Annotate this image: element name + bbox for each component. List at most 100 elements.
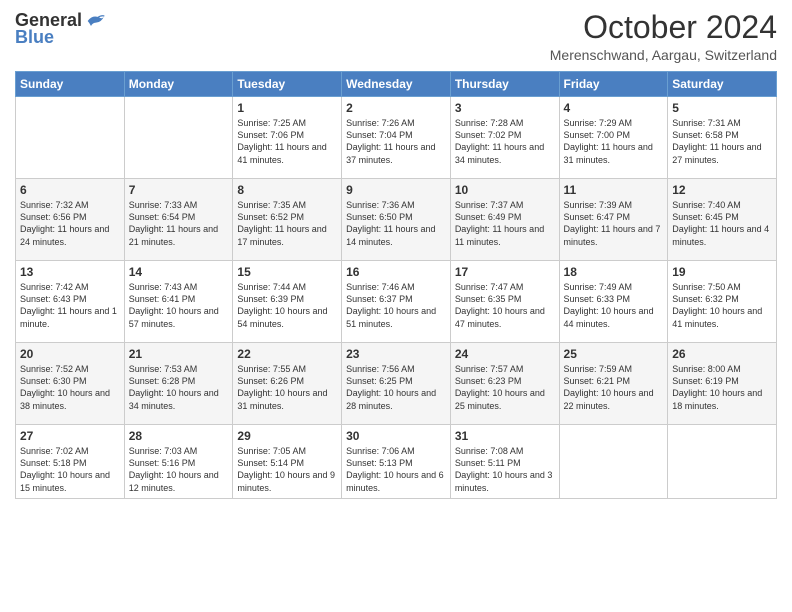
- day-number: 6: [20, 183, 120, 197]
- calendar-cell: [559, 425, 668, 499]
- calendar-header-tuesday: Tuesday: [233, 72, 342, 97]
- day-number: 15: [237, 265, 337, 279]
- calendar-cell: [16, 97, 125, 179]
- day-info: Sunrise: 7:50 AM Sunset: 6:32 PM Dayligh…: [672, 281, 772, 330]
- calendar-cell: 3 Sunrise: 7:28 AM Sunset: 7:02 PM Daylig…: [450, 97, 559, 179]
- day-number: 4: [564, 101, 664, 115]
- day-number: 30: [346, 429, 446, 443]
- day-info: Sunrise: 7:55 AM Sunset: 6:26 PM Dayligh…: [237, 363, 337, 412]
- day-number: 27: [20, 429, 120, 443]
- day-number: 13: [20, 265, 120, 279]
- day-number: 3: [455, 101, 555, 115]
- day-info: Sunrise: 7:06 AM Sunset: 5:13 PM Dayligh…: [346, 445, 446, 494]
- calendar-cell: 17 Sunrise: 7:47 AM Sunset: 6:35 PM Dayli…: [450, 261, 559, 343]
- day-info: Sunrise: 7:32 AM Sunset: 6:56 PM Dayligh…: [20, 199, 120, 248]
- day-info: Sunrise: 7:28 AM Sunset: 7:02 PM Dayligh…: [455, 117, 555, 166]
- day-number: 16: [346, 265, 446, 279]
- day-info: Sunrise: 7:36 AM Sunset: 6:50 PM Dayligh…: [346, 199, 446, 248]
- calendar-cell: 21 Sunrise: 7:53 AM Sunset: 6:28 PM Dayli…: [124, 343, 233, 425]
- calendar-header-sunday: Sunday: [16, 72, 125, 97]
- day-info: Sunrise: 7:59 AM Sunset: 6:21 PM Dayligh…: [564, 363, 664, 412]
- day-number: 19: [672, 265, 772, 279]
- day-info: Sunrise: 7:37 AM Sunset: 6:49 PM Dayligh…: [455, 199, 555, 248]
- calendar-header-wednesday: Wednesday: [342, 72, 451, 97]
- calendar-cell: 11Sunrise: 7:39 AM Sunset: 6:47 PM Dayli…: [559, 179, 668, 261]
- day-number: 2: [346, 101, 446, 115]
- day-info: Sunrise: 7:52 AM Sunset: 6:30 PM Dayligh…: [20, 363, 120, 412]
- location: Merenschwand, Aargau, Switzerland: [550, 47, 777, 63]
- calendar-header-saturday: Saturday: [668, 72, 777, 97]
- day-info: Sunrise: 7:35 AM Sunset: 6:52 PM Dayligh…: [237, 199, 337, 248]
- day-info: Sunrise: 7:49 AM Sunset: 6:33 PM Dayligh…: [564, 281, 664, 330]
- calendar-cell: 18 Sunrise: 7:49 AM Sunset: 6:33 PM Dayli…: [559, 261, 668, 343]
- calendar-cell: 22Sunrise: 7:55 AM Sunset: 6:26 PM Dayli…: [233, 343, 342, 425]
- day-number: 5: [672, 101, 772, 115]
- logo: General Blue: [15, 10, 106, 48]
- day-info: Sunrise: 7:46 AM Sunset: 6:37 PM Dayligh…: [346, 281, 446, 330]
- day-number: 9: [346, 183, 446, 197]
- calendar-week-2: 6 Sunrise: 7:32 AM Sunset: 6:56 PM Daylig…: [16, 179, 777, 261]
- calendar-cell: 2Sunrise: 7:26 AM Sunset: 7:04 PM Daylig…: [342, 97, 451, 179]
- calendar-cell: 12 Sunrise: 7:40 AM Sunset: 6:45 PM Dayli…: [668, 179, 777, 261]
- day-info: Sunrise: 7:02 AM Sunset: 5:18 PM Dayligh…: [20, 445, 120, 494]
- day-number: 10: [455, 183, 555, 197]
- calendar-cell: 23 Sunrise: 7:56 AM Sunset: 6:25 PM Dayli…: [342, 343, 451, 425]
- day-info: Sunrise: 7:43 AM Sunset: 6:41 PM Dayligh…: [129, 281, 229, 330]
- logo-bird-icon: [86, 11, 106, 31]
- day-number: 25: [564, 347, 664, 361]
- day-number: 14: [129, 265, 229, 279]
- day-info: Sunrise: 7:47 AM Sunset: 6:35 PM Dayligh…: [455, 281, 555, 330]
- calendar-cell: 25 Sunrise: 7:59 AM Sunset: 6:21 PM Dayli…: [559, 343, 668, 425]
- calendar-cell: 20 Sunrise: 7:52 AM Sunset: 6:30 PM Dayli…: [16, 343, 125, 425]
- calendar-week-5: 27 Sunrise: 7:02 AM Sunset: 5:18 PM Dayli…: [16, 425, 777, 499]
- day-number: 23: [346, 347, 446, 361]
- calendar-cell: 5Sunrise: 7:31 AM Sunset: 6:58 PM Daylig…: [668, 97, 777, 179]
- calendar-cell: 14 Sunrise: 7:43 AM Sunset: 6:41 PM Dayli…: [124, 261, 233, 343]
- calendar-header-row: SundayMondayTuesdayWednesdayThursdayFrid…: [16, 72, 777, 97]
- day-info: Sunrise: 7:42 AM Sunset: 6:43 PM Dayligh…: [20, 281, 120, 330]
- calendar-cell: 9 Sunrise: 7:36 AM Sunset: 6:50 PM Daylig…: [342, 179, 451, 261]
- day-info: Sunrise: 7:05 AM Sunset: 5:14 PM Dayligh…: [237, 445, 337, 494]
- calendar-week-4: 20 Sunrise: 7:52 AM Sunset: 6:30 PM Dayli…: [16, 343, 777, 425]
- calendar-cell: 31 Sunrise: 7:08 AM Sunset: 5:11 PM Dayli…: [450, 425, 559, 499]
- day-number: 7: [129, 183, 229, 197]
- calendar-cell: 15 Sunrise: 7:44 AM Sunset: 6:39 PM Dayli…: [233, 261, 342, 343]
- calendar-cell: 24Sunrise: 7:57 AM Sunset: 6:23 PM Dayli…: [450, 343, 559, 425]
- day-info: Sunrise: 7:44 AM Sunset: 6:39 PM Dayligh…: [237, 281, 337, 330]
- day-info: Sunrise: 7:03 AM Sunset: 5:16 PM Dayligh…: [129, 445, 229, 494]
- calendar-cell: 16 Sunrise: 7:46 AM Sunset: 6:37 PM Dayli…: [342, 261, 451, 343]
- calendar-week-3: 13 Sunrise: 7:42 AM Sunset: 6:43 PM Dayli…: [16, 261, 777, 343]
- calendar-cell: 8 Sunrise: 7:35 AM Sunset: 6:52 PM Daylig…: [233, 179, 342, 261]
- day-number: 12: [672, 183, 772, 197]
- day-info: Sunrise: 7:08 AM Sunset: 5:11 PM Dayligh…: [455, 445, 555, 494]
- day-number: 8: [237, 183, 337, 197]
- day-number: 17: [455, 265, 555, 279]
- calendar-cell: 30 Sunrise: 7:06 AM Sunset: 5:13 PM Dayli…: [342, 425, 451, 499]
- day-number: 21: [129, 347, 229, 361]
- calendar-header-friday: Friday: [559, 72, 668, 97]
- day-number: 31: [455, 429, 555, 443]
- calendar-week-1: 1Sunrise: 7:25 AM Sunset: 7:06 PM Daylig…: [16, 97, 777, 179]
- day-info: Sunrise: 7:29 AM Sunset: 7:00 PM Dayligh…: [564, 117, 664, 166]
- calendar-header-monday: Monday: [124, 72, 233, 97]
- calendar-cell: 27 Sunrise: 7:02 AM Sunset: 5:18 PM Dayli…: [16, 425, 125, 499]
- calendar-cell: 19 Sunrise: 7:50 AM Sunset: 6:32 PM Dayli…: [668, 261, 777, 343]
- day-number: 28: [129, 429, 229, 443]
- calendar-cell: 28 Sunrise: 7:03 AM Sunset: 5:16 PM Dayli…: [124, 425, 233, 499]
- calendar-cell: 13 Sunrise: 7:42 AM Sunset: 6:43 PM Dayli…: [16, 261, 125, 343]
- title-block: October 2024 Merenschwand, Aargau, Switz…: [550, 10, 777, 63]
- day-number: 18: [564, 265, 664, 279]
- day-number: 20: [20, 347, 120, 361]
- calendar-cell: 1Sunrise: 7:25 AM Sunset: 7:06 PM Daylig…: [233, 97, 342, 179]
- day-number: 11: [564, 183, 664, 197]
- calendar-cell: [668, 425, 777, 499]
- day-info: Sunrise: 7:53 AM Sunset: 6:28 PM Dayligh…: [129, 363, 229, 412]
- day-info: Sunrise: 7:56 AM Sunset: 6:25 PM Dayligh…: [346, 363, 446, 412]
- logo-blue: Blue: [15, 27, 54, 48]
- calendar-cell: 29Sunrise: 7:05 AM Sunset: 5:14 PM Dayli…: [233, 425, 342, 499]
- calendar: SundayMondayTuesdayWednesdayThursdayFrid…: [15, 71, 777, 499]
- calendar-cell: 10 Sunrise: 7:37 AM Sunset: 6:49 PM Dayli…: [450, 179, 559, 261]
- month-title: October 2024: [550, 10, 777, 45]
- calendar-cell: 6 Sunrise: 7:32 AM Sunset: 6:56 PM Daylig…: [16, 179, 125, 261]
- day-info: Sunrise: 7:40 AM Sunset: 6:45 PM Dayligh…: [672, 199, 772, 248]
